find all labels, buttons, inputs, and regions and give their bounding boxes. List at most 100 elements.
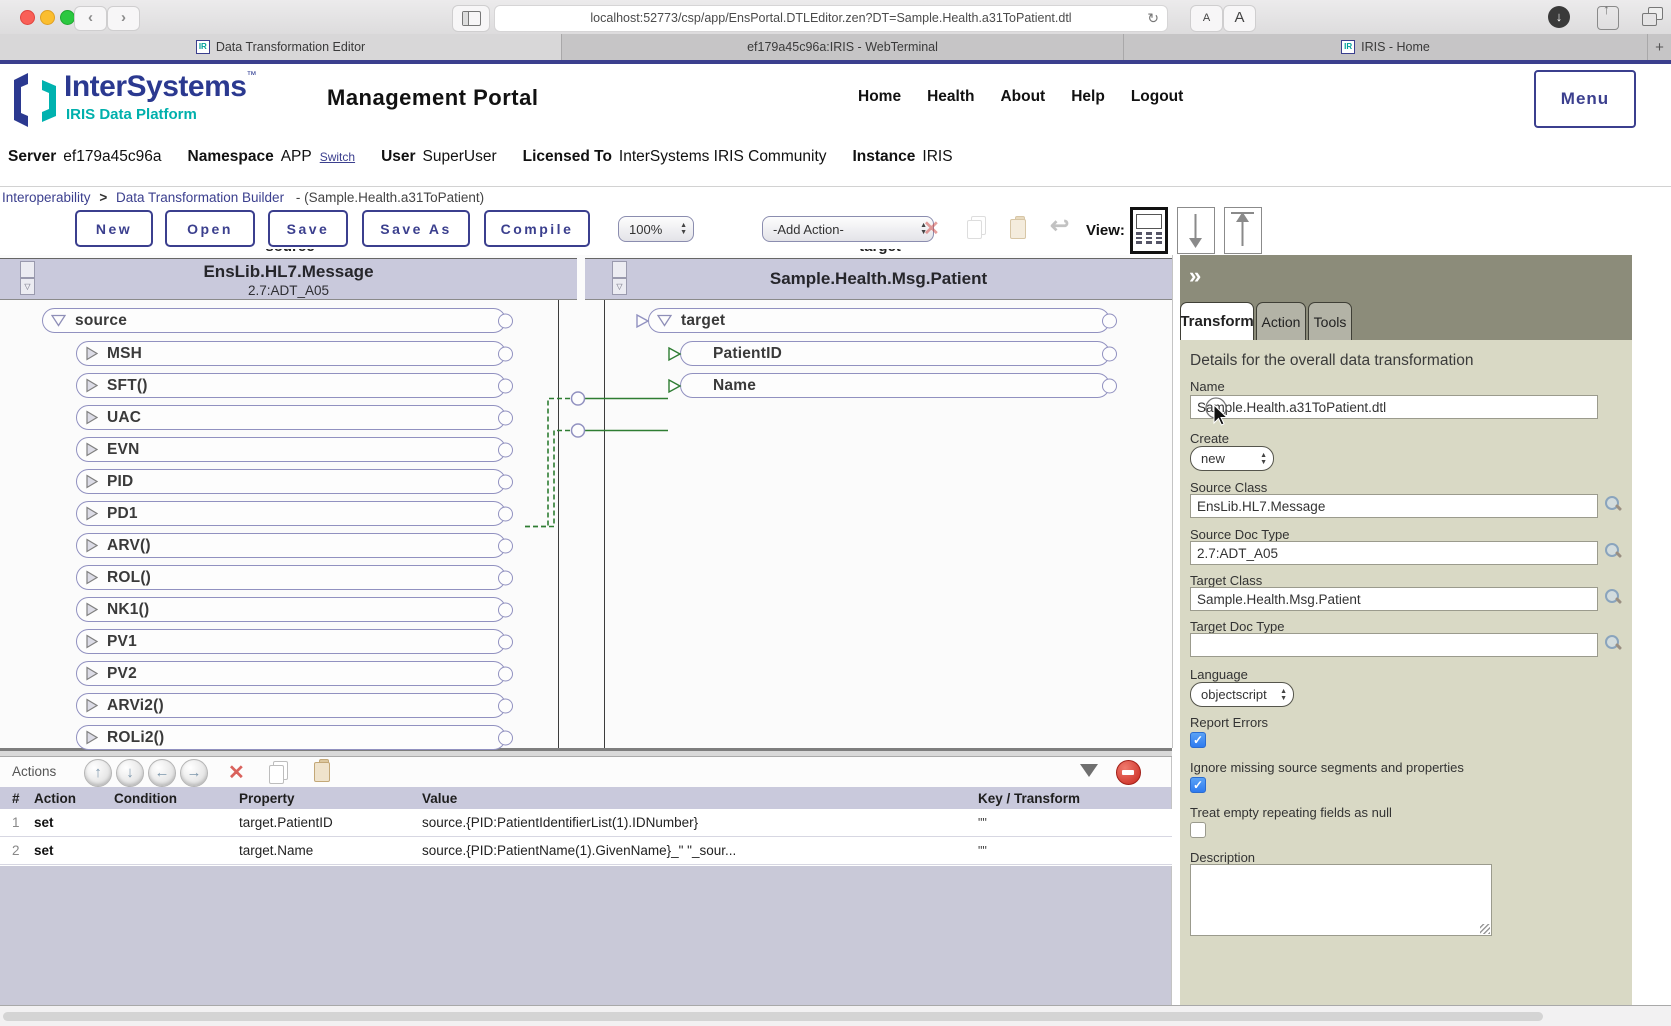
report-errors-checkbox[interactable]: ✓ <box>1190 732 1206 748</box>
share-icon[interactable]: ↑ <box>1597 1 1619 30</box>
resize-grip-icon[interactable] <box>1480 924 1490 934</box>
tab-transform[interactable]: Transform <box>1180 302 1254 340</box>
open-button[interactable]: Open <box>165 210 255 247</box>
nav-link-about[interactable]: About <box>1000 88 1045 106</box>
sidebar-toggle-button[interactable] <box>452 5 490 32</box>
cell-prop: target.PatientID <box>239 815 333 830</box>
description-textarea[interactable] <box>1190 864 1492 936</box>
address-bar[interactable]: localhost:52773/csp/app/EnsPortal.DTLEdi… <box>494 5 1168 32</box>
collapse-caret-icon[interactable] <box>1080 764 1098 777</box>
back-button[interactable]: ‹ <box>74 6 107 31</box>
source-doc-type-label: Source Doc Type <box>1190 527 1290 542</box>
zoom-window-button[interactable] <box>60 10 75 25</box>
move-left-button[interactable]: ← <box>148 759 176 787</box>
move-right-button[interactable]: → <box>180 759 208 787</box>
target-class-input[interactable] <box>1190 587 1598 611</box>
add-action-select[interactable]: -Add Action- ▲ ▼ <box>762 216 934 242</box>
view-split-button[interactable] <box>1130 207 1168 254</box>
input-arrow-icon <box>668 378 682 393</box>
move-down-button[interactable]: ↓ <box>116 759 144 787</box>
cell-prop: target.Name <box>239 843 314 858</box>
minimize-window-button[interactable] <box>40 10 55 25</box>
input-arrow-icon <box>668 346 682 361</box>
compile-button[interactable]: Compile <box>484 210 590 247</box>
target-root-row[interactable]: target <box>636 308 1117 333</box>
nav-link-health[interactable]: Health <box>927 88 974 106</box>
actions-table-header: # Action Condition Property Value Key / Trans… <box>0 787 1172 809</box>
connector-circle[interactable] <box>1102 313 1117 328</box>
nav-link-home[interactable]: Home <box>858 88 901 106</box>
cell-val: source.{PID:PatientIdentifierList(1).IDN… <box>422 815 699 830</box>
breadcrumb-suffix: - (Sample.Health.a31ToPatient) <box>295 190 485 205</box>
move-up-button[interactable]: ↑ <box>84 759 112 787</box>
target-property-name[interactable]: Name <box>668 373 1117 398</box>
delete-action-icon[interactable]: ✕ <box>228 760 245 785</box>
remove-panel-icon[interactable] <box>1116 760 1141 785</box>
target-header-scrollbar[interactable]: ▽ <box>612 261 627 295</box>
create-select[interactable]: new ▲ ▼ <box>1190 446 1274 471</box>
language-select[interactable]: objectscript ▲ ▼ <box>1190 682 1294 707</box>
collapse-icon[interactable] <box>657 314 672 327</box>
search-icon[interactable] <box>1604 495 1622 513</box>
connector-circle[interactable] <box>1102 378 1117 393</box>
increase-text-button[interactable]: A <box>1223 5 1256 32</box>
close-window-button[interactable] <box>20 10 35 25</box>
tab-action[interactable]: Action <box>1256 302 1306 340</box>
search-icon[interactable] <box>1604 542 1622 560</box>
name-label: Name <box>1190 379 1225 394</box>
search-icon[interactable] <box>1604 588 1622 606</box>
nav-link-help[interactable]: Help <box>1071 88 1105 106</box>
server-info-bar: Server ef179a45c96a Namespace APP Switch User… <box>8 148 953 166</box>
source-class-input[interactable] <box>1190 494 1598 518</box>
zoom-select[interactable]: 100% ▲ ▼ <box>618 216 694 242</box>
switch-namespace-link[interactable]: Switch <box>320 150 355 164</box>
saveas-button[interactable]: Save As <box>362 210 470 247</box>
tab-iris-home[interactable]: IR IRIS - Home <box>1124 34 1648 60</box>
breadcrumb-dt-builder[interactable]: Data Transformation Builder <box>116 190 284 205</box>
decrease-text-button[interactable]: A <box>1190 5 1223 32</box>
scrollbar-thumb[interactable] <box>3 1012 1543 1021</box>
menu-button[interactable]: Menu <box>1534 70 1636 128</box>
reload-icon[interactable]: ↻ <box>1147 6 1159 31</box>
search-icon[interactable] <box>1604 634 1622 652</box>
new-button[interactable]: New <box>75 210 153 247</box>
tab-webterminal[interactable]: ef179a45c96a:IRIS - WebTerminal <box>562 34 1124 60</box>
collapse-panel-icon[interactable]: » <box>1189 263 1201 289</box>
cell-num: 1 <box>12 815 20 830</box>
source-header-scrollbar[interactable]: ▽ <box>20 261 35 295</box>
create-label: Create <box>1190 431 1230 446</box>
action-row-1[interactable]: 1 set target.PatientID source.{PID:PatientI… <box>0 809 1172 837</box>
browser-toolbar: ‹ › localhost:52773/csp/app/EnsPortal.DT… <box>0 0 1671 35</box>
info-namespace: Namespace APP Switch <box>187 148 356 165</box>
cell-action: set <box>34 843 54 858</box>
copy-action-icon[interactable] <box>268 761 290 785</box>
divider <box>0 186 1671 187</box>
nav-link-logout[interactable]: Logout <box>1131 88 1184 106</box>
source-doc-type-input[interactable] <box>1190 541 1598 565</box>
target-doc-type-input[interactable] <box>1190 633 1598 657</box>
view-bottom-button[interactable] <box>1177 207 1215 254</box>
tab-data-transformation-editor[interactable]: IR Data Transformation Editor <box>0 34 562 60</box>
target-property-patientid[interactable]: PatientID <box>668 341 1117 366</box>
breadcrumb-interoperability[interactable]: Interoperability <box>2 190 91 205</box>
view-top-button[interactable] <box>1224 207 1262 254</box>
delete-icon[interactable]: ✕ <box>923 216 940 241</box>
new-tab-button[interactable]: + <box>1648 34 1671 60</box>
actions-panel-background <box>0 866 1172 1005</box>
ignore-missing-checkbox[interactable]: ✓ <box>1190 777 1206 793</box>
connector-circle[interactable] <box>1102 346 1117 361</box>
arrow-down-icon <box>1189 214 1202 248</box>
save-button[interactable]: Save <box>268 210 348 247</box>
undo-icon[interactable]: ↩ <box>1050 212 1069 239</box>
name-input[interactable] <box>1190 395 1598 419</box>
treat-empty-checkbox[interactable] <box>1190 822 1206 838</box>
target-doc-type-label: Target Doc Type <box>1190 619 1285 634</box>
downloads-icon[interactable]: ↓ <box>1548 6 1570 28</box>
forward-button[interactable]: › <box>107 6 140 31</box>
paste-action-icon[interactable] <box>312 759 332 783</box>
tab-tools[interactable]: Tools <box>1308 302 1352 340</box>
tab-overview-icon[interactable] <box>1642 7 1664 27</box>
action-row-2[interactable]: 2 set target.Name source.{PID:PatientName(1… <box>0 837 1172 865</box>
target-tree: target PatientID Name <box>0 300 1172 748</box>
horizontal-scrollbar[interactable] <box>0 1005 1671 1026</box>
